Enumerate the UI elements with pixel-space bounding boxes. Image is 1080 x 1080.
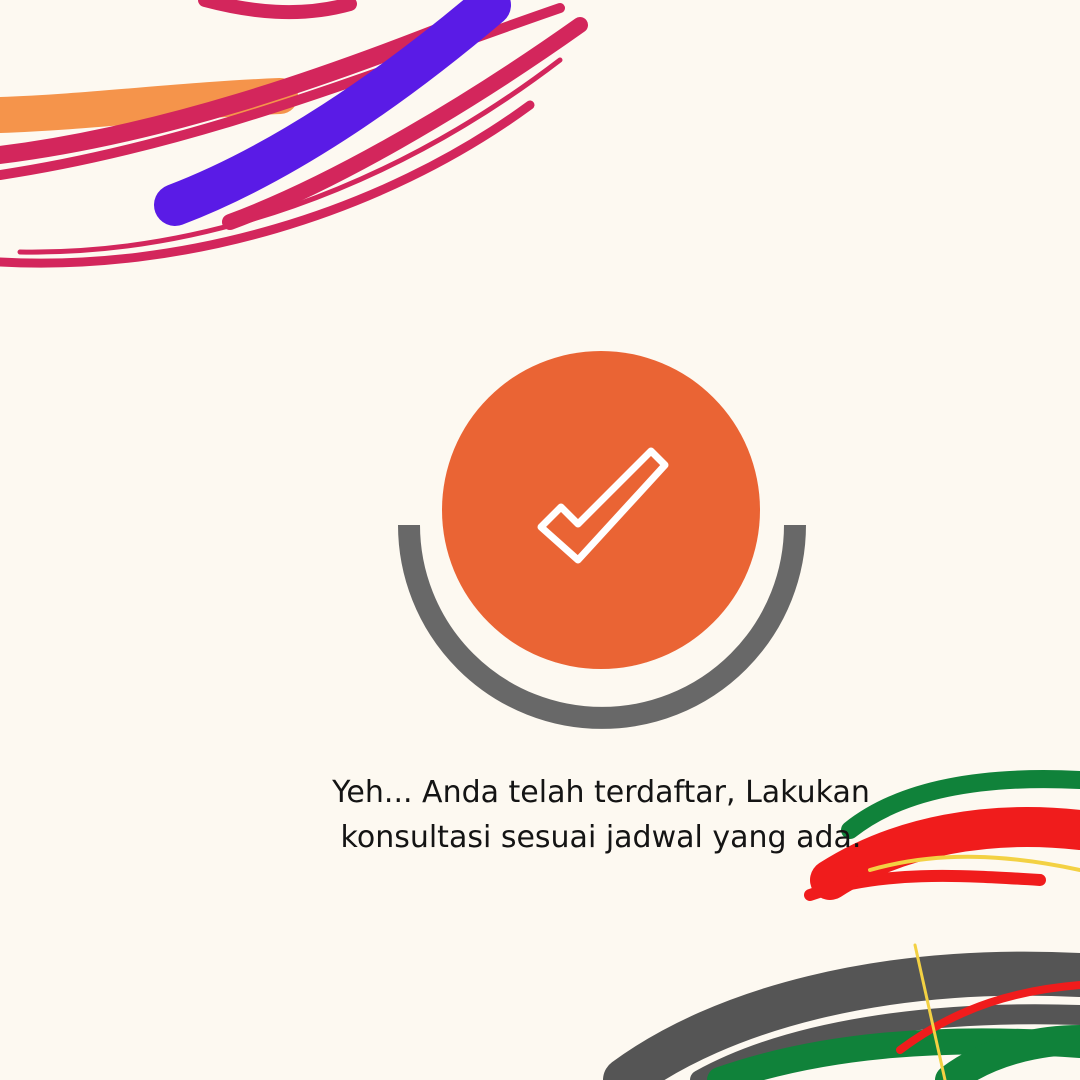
success-badge [398,351,806,729]
success-screen: Yeh... Anda telah terdaftar, Lakukan kon… [0,0,1080,1080]
confirmation-message-line-1: Yeh... Anda telah terdaftar, Lakukan [332,775,870,810]
confirmation-message-line-2: konsultasi sesuai jadwal yang ada. [340,820,862,855]
status-circle [442,351,760,669]
confirmation-message: Yeh... Anda telah terdaftar, Lakukan kon… [240,770,962,860]
